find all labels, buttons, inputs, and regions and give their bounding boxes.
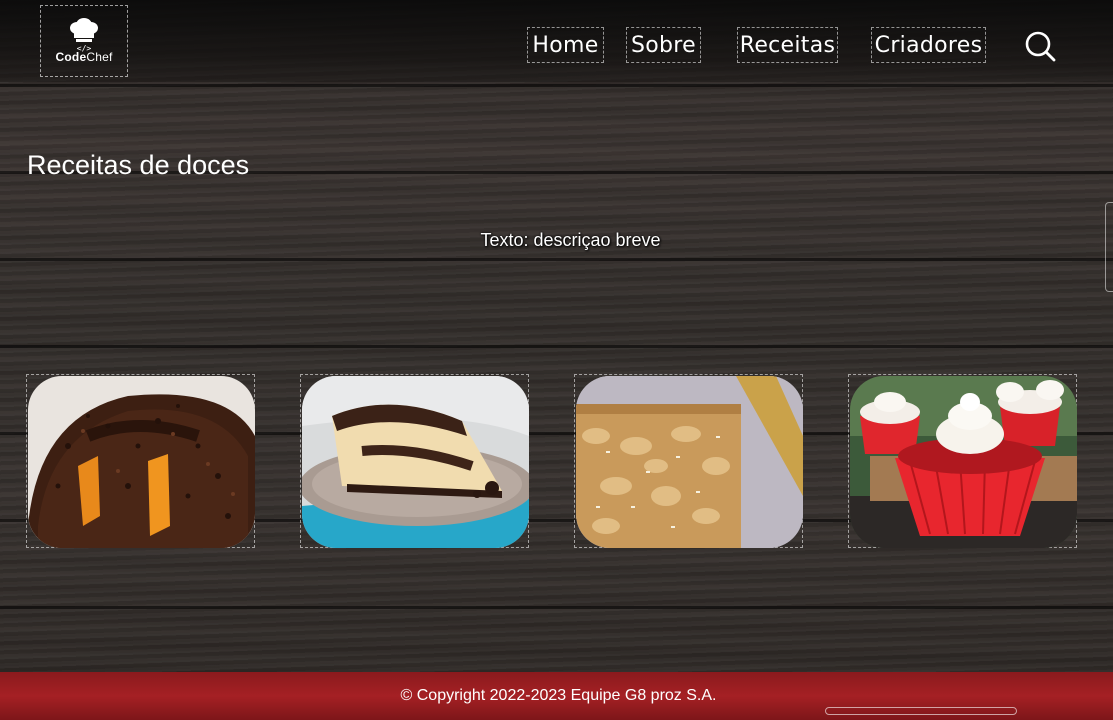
recipe-card-cupcakes[interactable]: [848, 374, 1077, 548]
recipe-image: [850, 376, 1077, 548]
horizontal-scroll-handle[interactable]: [825, 707, 1017, 715]
header: </> CodeChef Home Sobre Receitas Criador…: [0, 0, 1113, 82]
recipe-card-chocolate-cake[interactable]: [26, 374, 255, 548]
nav-sobre[interactable]: Sobre: [626, 27, 701, 63]
main-nav: Home Sobre Receitas Criadores: [0, 27, 1113, 63]
copyright-text: © Copyright 2022-2023 Equipe G8 proz S.A…: [400, 687, 717, 704]
footer: © Copyright 2022-2023 Equipe G8 proz S.A…: [0, 672, 1113, 720]
recipe-image: [576, 376, 803, 548]
recipe-card-blondie[interactable]: [574, 374, 803, 548]
recipe-card-cheesecake[interactable]: [300, 374, 529, 548]
nav-criadores[interactable]: Criadores: [871, 27, 986, 63]
nav-receitas[interactable]: Receitas: [737, 27, 838, 63]
page-title: Receitas de doces: [27, 150, 250, 180]
recipe-image: [302, 376, 529, 548]
recipe-image: [28, 376, 255, 548]
side-scroll-handle[interactable]: [1105, 202, 1113, 292]
nav-home[interactable]: Home: [527, 27, 604, 63]
search-icon[interactable]: [1024, 30, 1056, 62]
page-description: Texto: descriçao breve: [480, 230, 661, 250]
